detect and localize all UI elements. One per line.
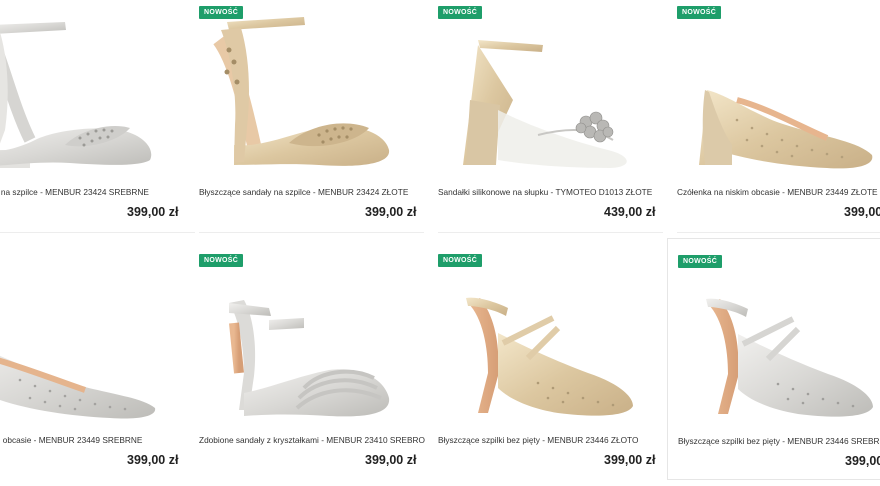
product-image[interactable] xyxy=(199,248,424,426)
row-divider xyxy=(0,232,195,233)
row-divider xyxy=(438,232,663,233)
product-image[interactable] xyxy=(199,0,424,178)
product-name[interactable]: Błyszczące szpilki bez pięty - MENBUR 23… xyxy=(438,435,673,445)
product-card[interactable]: NOWOŚĆ Błyszczące szpilki bez pięty - ME… xyxy=(438,248,663,486)
row-divider xyxy=(199,232,424,233)
product-card[interactable]: a niskim obcasie - MENBUR 23449 SREBRNE … xyxy=(0,248,195,486)
product-card[interactable]: NOWOŚĆ Sandałki silikonowe na słupku - T… xyxy=(438,0,663,238)
product-price: 399,00 zł xyxy=(365,453,417,467)
product-card[interactable]: NOWOŚĆ Czółenka na niskim obcasie - MENB… xyxy=(677,0,880,238)
product-image[interactable] xyxy=(677,0,880,178)
product-price: 399,00 xyxy=(845,454,880,468)
new-badge: NOWOŚĆ xyxy=(677,6,722,19)
product-image[interactable] xyxy=(438,248,663,426)
product-card[interactable]: NOWOŚĆ Zdobione sandały z kryształkami -… xyxy=(199,248,425,486)
new-badge: NOWOŚĆ xyxy=(438,254,483,267)
product-price: 399,00 zł xyxy=(604,453,656,467)
product-name[interactable]: Sandałki silikonowe na słupku - TYMOTEO … xyxy=(438,187,673,197)
product-image[interactable] xyxy=(0,248,195,426)
product-price: 399,00 zł xyxy=(365,205,417,219)
new-badge: NOWOŚĆ xyxy=(199,254,244,267)
product-image[interactable] xyxy=(438,0,663,178)
product-name[interactable]: Zdobione sandały z kryształkami - MENBUR… xyxy=(199,435,434,445)
product-image[interactable] xyxy=(678,249,880,427)
product-price: 439,00 zł xyxy=(604,205,656,219)
product-price: 399,00 zł xyxy=(127,453,179,467)
product-card[interactable]: sandały na szpilce - MENBUR 23424 SREBRN… xyxy=(0,0,195,238)
product-name[interactable]: sandały na szpilce - MENBUR 23424 SREBRN… xyxy=(0,187,205,197)
new-badge: NOWOŚĆ xyxy=(438,6,483,19)
product-price: 399,00 zł xyxy=(127,205,179,219)
product-image[interactable] xyxy=(0,0,195,178)
product-name[interactable]: Błyszczące sandały na szpilce - MENBUR 2… xyxy=(199,187,434,197)
product-price: 399,00 xyxy=(844,205,880,219)
product-name[interactable]: Czółenka na niskim obcasie - MENBUR 2344… xyxy=(677,187,880,197)
row-divider xyxy=(677,232,880,233)
product-name[interactable]: a niskim obcasie - MENBUR 23449 SREBRNE xyxy=(0,435,205,445)
product-card[interactable]: NOWOŚĆ Błyszczące szpilki bez pięty - ME… xyxy=(667,238,880,480)
product-card[interactable]: NOWOŚĆ Błyszczące sandały na szpilce - M… xyxy=(199,0,424,238)
new-badge: NOWOŚĆ xyxy=(199,6,244,19)
new-badge: NOWOŚĆ xyxy=(678,255,723,268)
product-name[interactable]: Błyszczące szpilki bez pięty - MENBUR 23… xyxy=(678,436,880,446)
